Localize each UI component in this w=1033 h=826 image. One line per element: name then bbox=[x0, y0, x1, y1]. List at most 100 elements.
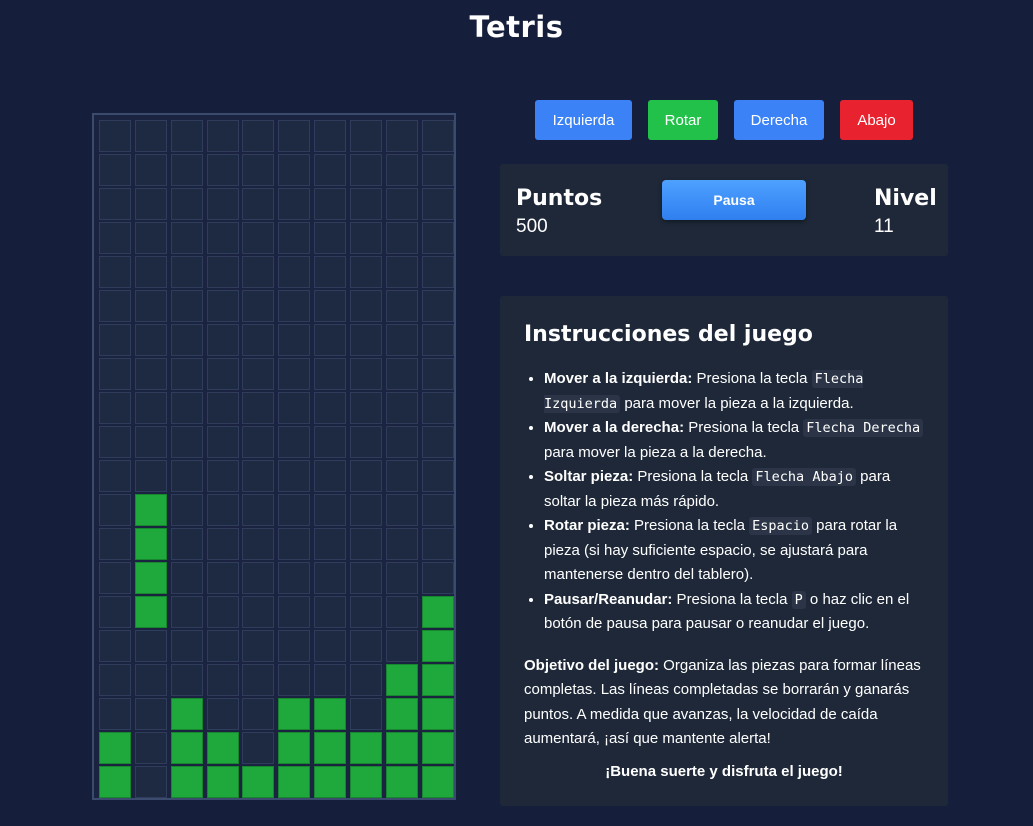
instructions-list: Mover a la izquierda: Presiona la tecla … bbox=[524, 367, 924, 637]
empty-cell bbox=[349, 425, 382, 458]
filled-cell bbox=[278, 731, 311, 764]
filled-cell bbox=[278, 697, 311, 730]
empty-cell bbox=[349, 527, 382, 560]
empty-cell bbox=[206, 289, 239, 322]
empty-cell bbox=[206, 697, 239, 730]
empty-cell bbox=[99, 595, 131, 628]
instructions-panel: Instrucciones del juego Mover a la izqui… bbox=[500, 296, 948, 806]
empty-cell bbox=[314, 561, 347, 594]
empty-cell bbox=[385, 459, 418, 492]
empty-cell bbox=[385, 527, 418, 560]
points-value: 500 bbox=[516, 216, 548, 237]
empty-cell bbox=[421, 119, 454, 152]
filled-cell bbox=[134, 527, 167, 560]
empty-cell bbox=[242, 357, 275, 390]
empty-cell bbox=[206, 629, 239, 662]
empty-cell bbox=[134, 153, 167, 186]
empty-cell bbox=[99, 459, 131, 492]
pause-button[interactable]: Pausa bbox=[662, 180, 806, 220]
filled-cell bbox=[134, 595, 167, 628]
level-label: Nivel bbox=[874, 186, 937, 211]
empty-cell bbox=[349, 153, 382, 186]
empty-cell bbox=[170, 527, 203, 560]
filled-cell bbox=[134, 493, 167, 526]
empty-cell bbox=[134, 187, 167, 220]
move-left-button[interactable]: Izquierda bbox=[535, 100, 632, 140]
key-badge: Flecha Abajo bbox=[752, 468, 856, 486]
empty-cell bbox=[314, 663, 347, 696]
move-down-button[interactable]: Abajo bbox=[840, 100, 913, 140]
empty-cell bbox=[242, 459, 275, 492]
score-panel: Puntos 500 Pausa Nivel 11 bbox=[500, 164, 948, 256]
filled-cell bbox=[99, 765, 131, 798]
empty-cell bbox=[349, 663, 382, 696]
key-badge: Flecha Derecha bbox=[803, 419, 924, 437]
empty-cell bbox=[421, 187, 454, 220]
empty-cell bbox=[206, 663, 239, 696]
empty-cell bbox=[314, 289, 347, 322]
empty-cell bbox=[242, 595, 275, 628]
instruction-item-pause: Pausar/Reanudar: Presiona la tecla P o h… bbox=[544, 588, 924, 637]
objective-text: Objetivo del juego: Organiza las piezas … bbox=[524, 654, 924, 752]
game-board bbox=[92, 113, 456, 800]
rotate-button[interactable]: Rotar bbox=[648, 100, 718, 140]
empty-cell bbox=[421, 459, 454, 492]
empty-cell bbox=[314, 323, 347, 356]
empty-cell bbox=[134, 459, 167, 492]
empty-cell bbox=[206, 187, 239, 220]
empty-cell bbox=[242, 629, 275, 662]
empty-cell bbox=[99, 527, 131, 560]
empty-cell bbox=[349, 697, 382, 730]
empty-cell bbox=[170, 255, 203, 288]
empty-cell bbox=[385, 561, 418, 594]
empty-cell bbox=[421, 221, 454, 254]
empty-cell bbox=[170, 663, 203, 696]
filled-cell bbox=[421, 663, 454, 696]
empty-cell bbox=[99, 357, 131, 390]
move-right-button[interactable]: Derecha bbox=[734, 100, 824, 140]
empty-cell bbox=[170, 629, 203, 662]
empty-cell bbox=[385, 493, 418, 526]
points-label: Puntos bbox=[516, 186, 603, 211]
empty-cell bbox=[206, 119, 239, 152]
empty-cell bbox=[278, 663, 311, 696]
empty-cell bbox=[99, 697, 131, 730]
empty-cell bbox=[314, 629, 347, 662]
empty-cell bbox=[99, 323, 131, 356]
empty-cell bbox=[170, 119, 203, 152]
filled-cell bbox=[99, 731, 131, 764]
instruction-item-rotate: Rotar pieza: Presiona la tecla Espacio p… bbox=[544, 514, 924, 588]
empty-cell bbox=[242, 527, 275, 560]
empty-cell bbox=[278, 629, 311, 662]
empty-cell bbox=[421, 493, 454, 526]
empty-cell bbox=[314, 357, 347, 390]
empty-cell bbox=[99, 119, 131, 152]
empty-cell bbox=[278, 391, 311, 424]
instruction-text: para mover la pieza a la izquierda. bbox=[620, 394, 854, 412]
instructions-title: Instrucciones del juego bbox=[524, 322, 813, 347]
empty-cell bbox=[278, 493, 311, 526]
empty-cell bbox=[242, 221, 275, 254]
empty-cell bbox=[278, 255, 311, 288]
empty-cell bbox=[170, 221, 203, 254]
empty-cell bbox=[278, 153, 311, 186]
empty-cell bbox=[242, 697, 275, 730]
filled-cell bbox=[242, 765, 275, 798]
filled-cell bbox=[314, 765, 347, 798]
empty-cell bbox=[99, 425, 131, 458]
empty-cell bbox=[134, 663, 167, 696]
empty-cell bbox=[134, 629, 167, 662]
empty-cell bbox=[349, 221, 382, 254]
empty-cell bbox=[242, 289, 275, 322]
empty-cell bbox=[421, 255, 454, 288]
empty-cell bbox=[99, 255, 131, 288]
filled-cell bbox=[421, 595, 454, 628]
empty-cell bbox=[99, 289, 131, 322]
empty-cell bbox=[278, 425, 311, 458]
empty-cell bbox=[421, 425, 454, 458]
empty-cell bbox=[242, 731, 275, 764]
instruction-text: Presiona la tecla bbox=[684, 419, 804, 436]
empty-cell bbox=[314, 255, 347, 288]
empty-cell bbox=[206, 255, 239, 288]
empty-cell bbox=[206, 425, 239, 458]
